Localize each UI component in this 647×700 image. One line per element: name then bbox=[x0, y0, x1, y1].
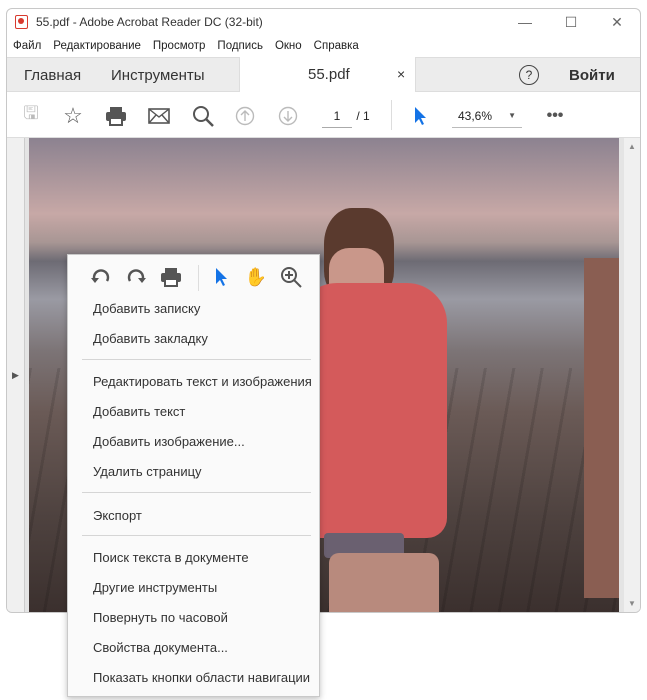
search-zoom-icon[interactable] bbox=[191, 104, 215, 128]
print-icon[interactable] bbox=[104, 104, 128, 128]
chevron-right-icon: ▶ bbox=[12, 370, 19, 380]
minimize-button[interactable]: — bbox=[502, 9, 548, 35]
menu-item-export[interactable]: Экспорт bbox=[93, 508, 142, 523]
rotate-clockwise-icon[interactable] bbox=[123, 263, 149, 291]
menu-help[interactable]: Справка bbox=[314, 40, 359, 52]
zoom-in-icon[interactable] bbox=[278, 263, 304, 291]
email-icon[interactable] bbox=[147, 104, 171, 128]
menu-separator bbox=[82, 535, 311, 536]
hand-tool-icon[interactable]: ✋ bbox=[243, 263, 269, 291]
rotate-counterclockwise-icon[interactable] bbox=[88, 263, 114, 291]
bookmark-star-icon[interactable]: ☆ bbox=[61, 103, 85, 128]
print-icon[interactable] bbox=[158, 263, 184, 291]
title-bar: 55.pdf - Adobe Acrobat Reader DC (32-bit… bbox=[7, 9, 640, 35]
tab-bar: Главная Инструменты 55.pdf × ? Войти bbox=[7, 57, 640, 93]
page-total: / 1 bbox=[356, 109, 370, 123]
menu-edit[interactable]: Редактирование bbox=[53, 40, 141, 52]
menu-item-more-tools[interactable]: Другие инструменты bbox=[93, 580, 217, 595]
more-tools-icon[interactable]: ••• bbox=[543, 104, 567, 128]
menu-item-document-properties[interactable]: Свойства документа... bbox=[93, 640, 228, 655]
help-button[interactable]: ? bbox=[519, 58, 539, 92]
help-icon: ? bbox=[519, 65, 539, 85]
select-tool-icon[interactable] bbox=[208, 263, 234, 291]
window-title: 55.pdf - Adobe Acrobat Reader DC (32-bit… bbox=[36, 15, 263, 29]
menu-item-rotate-clockwise[interactable]: Повернуть по часовой bbox=[93, 610, 228, 625]
menu-window[interactable]: Окно bbox=[275, 40, 302, 52]
menu-separator bbox=[82, 492, 311, 493]
next-page-icon[interactable] bbox=[276, 104, 300, 128]
signin-button[interactable]: Войти bbox=[569, 58, 615, 92]
page-number-input[interactable]: 1 bbox=[322, 104, 352, 128]
maximize-button[interactable]: ☐ bbox=[548, 9, 594, 35]
previous-page-icon[interactable] bbox=[233, 104, 257, 128]
menu-separator bbox=[82, 359, 311, 360]
menu-item-delete-page[interactable]: Удалить страницу bbox=[93, 464, 202, 479]
tab-document[interactable]: 55.pdf × bbox=[239, 57, 416, 93]
toolbar-divider bbox=[391, 100, 392, 130]
context-menu: ✋ Добавить записку Добавить закладку Ред… bbox=[67, 254, 320, 697]
close-tab-button[interactable]: × bbox=[397, 57, 405, 91]
menu-item-show-navigation-buttons[interactable]: Показать кнопки области навигации bbox=[93, 670, 310, 685]
save-icon[interactable]: 🖫 bbox=[19, 103, 43, 128]
select-tool-icon[interactable] bbox=[408, 104, 432, 128]
toolbar: 🖫 ☆ 1 / 1 43,6% ▼ ••• bbox=[7, 92, 640, 138]
menu-item-add-bookmark[interactable]: Добавить закладку bbox=[93, 331, 208, 346]
menu-item-add-text[interactable]: Добавить текст bbox=[93, 404, 185, 419]
tab-document-label: 55.pdf bbox=[308, 65, 350, 83]
zoom-dropdown[interactable]: 43,6% ▼ bbox=[452, 104, 522, 128]
vertical-scrollbar[interactable]: ▲ ▼ bbox=[624, 138, 640, 612]
navigation-pane-toggle[interactable]: ▶ bbox=[7, 138, 25, 612]
zoom-value: 43,6% bbox=[458, 108, 493, 123]
menu-file[interactable]: Файл bbox=[13, 40, 41, 52]
menu-bar: Файл Редактирование Просмотр Подпись Окн… bbox=[7, 35, 640, 57]
menu-sign[interactable]: Подпись bbox=[217, 40, 263, 52]
acrobat-pdf-icon bbox=[15, 15, 28, 29]
menu-item-edit-text-images[interactable]: Редактировать текст и изображения bbox=[93, 374, 312, 389]
menu-item-add-note[interactable]: Добавить записку bbox=[93, 301, 200, 316]
tab-tools[interactable]: Инструменты bbox=[111, 58, 205, 92]
tab-home[interactable]: Главная bbox=[24, 58, 81, 92]
chevron-down-icon: ▼ bbox=[508, 111, 516, 120]
close-window-button[interactable]: ✕ bbox=[594, 9, 640, 35]
menu-item-add-image[interactable]: Добавить изображение... bbox=[93, 434, 245, 449]
menu-item-find-text[interactable]: Поиск текста в документе bbox=[93, 550, 249, 565]
menu-view[interactable]: Просмотр bbox=[153, 40, 206, 52]
